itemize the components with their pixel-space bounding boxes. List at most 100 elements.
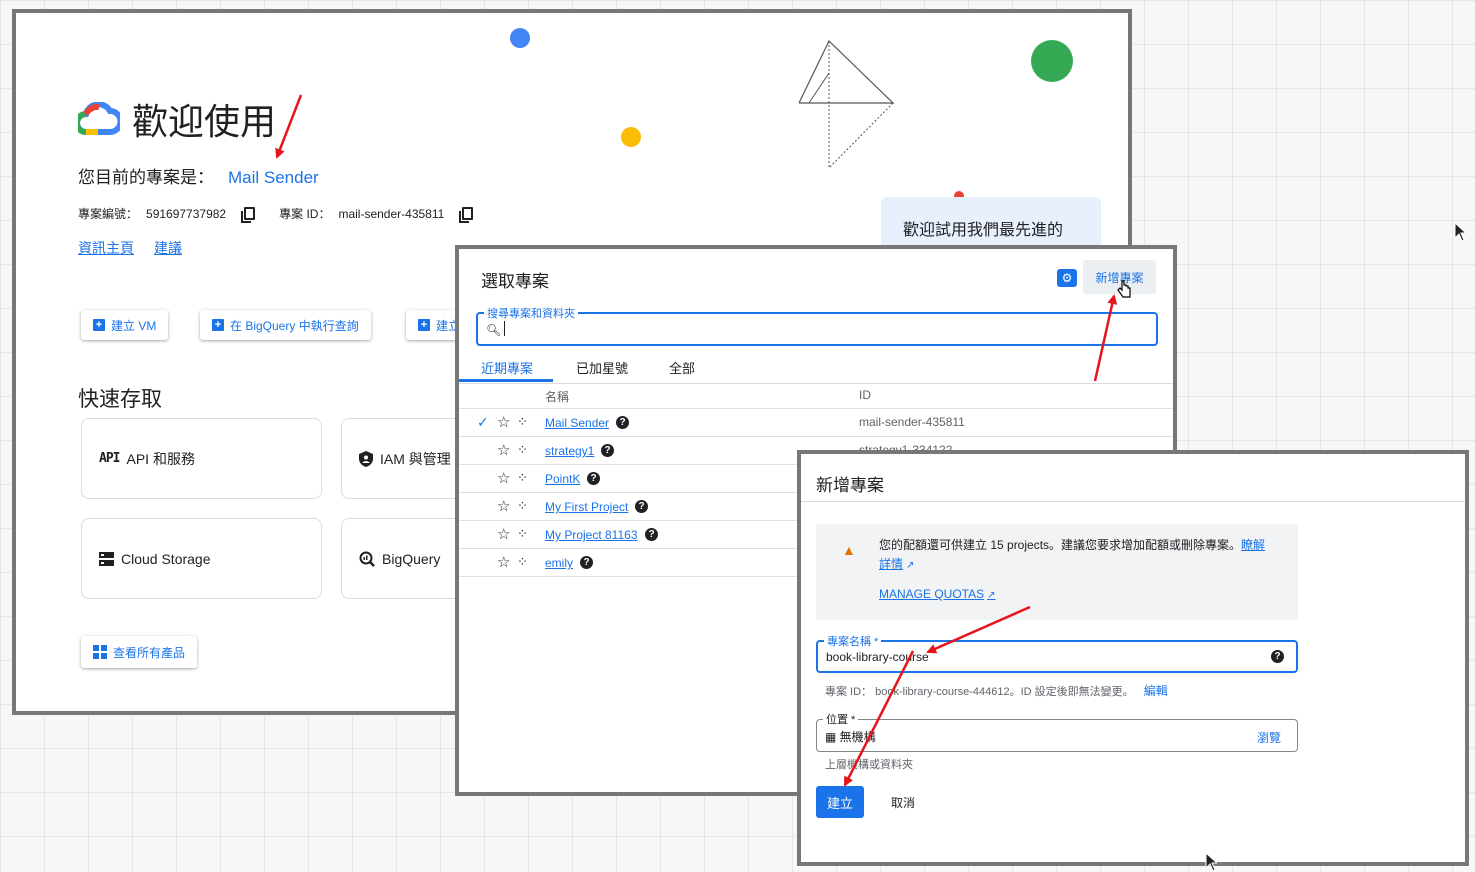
quick-access-label: Cloud Storage — [121, 550, 211, 567]
plus-icon: + — [212, 319, 224, 331]
tab-starred[interactable]: 已加星號 — [576, 358, 628, 377]
tab-all[interactable]: 全部 — [669, 358, 695, 377]
project-tree-icon: ⁘ — [517, 442, 528, 457]
project-number: 591697737982 — [146, 206, 227, 221]
welcome-heading: 歡迎使用 — [78, 93, 276, 145]
grid-icon — [93, 645, 107, 659]
search-label: 搜尋專案和資料夾 — [484, 305, 578, 321]
decor-blue-dot — [510, 28, 530, 48]
project-tree-icon: ⁘ — [517, 498, 528, 513]
help-icon[interactable]: ? — [616, 416, 629, 429]
star-icon[interactable]: ☆ — [497, 413, 510, 431]
location-value: 無機構 — [839, 730, 876, 744]
project-name-link[interactable]: My First Project — [545, 500, 628, 514]
learn-more-link[interactable]: 瞭解 — [1241, 538, 1265, 552]
current-project: 您目前的專案是： Mail Sender — [78, 163, 319, 188]
settings-gear-icon[interactable]: ⚙ — [1057, 269, 1077, 287]
bigquery-query-label: 在 BigQuery 中執行查詢 — [230, 318, 359, 333]
project-search-input[interactable]: 搜尋專案和資料夾 🔍︎ — [476, 305, 1158, 346]
quick-access-cloud-storage[interactable]: Cloud Storage — [81, 518, 322, 599]
project-tree-icon: ⁘ — [517, 414, 528, 429]
bigquery-icon — [359, 551, 375, 567]
view-all-products-label: 查看所有產品 — [113, 645, 186, 660]
column-header-id: ID — [859, 388, 871, 402]
quota-warning: ▲ 您的配額還可供建立 15 projects。建議您要求增加配額或刪除專案。瞭… — [816, 524, 1298, 620]
project-name-link[interactable]: emily — [545, 556, 573, 570]
project-name-link[interactable]: My Project 81163 — [545, 528, 638, 542]
project-number-label: 專案編號： — [78, 207, 139, 221]
create-vm-button[interactable]: + 建立 VM — [81, 310, 169, 340]
browse-button[interactable]: 瀏覽 — [1257, 729, 1281, 746]
decor-green-dot — [1031, 40, 1073, 82]
location-label: 位置 * — [823, 711, 859, 727]
project-name-value: book-library-course — [826, 650, 929, 664]
cancel-button[interactable]: 取消 — [879, 786, 927, 818]
google-cloud-logo-icon — [78, 102, 120, 135]
project-name-input[interactable]: 專案名稱 * book-library-course ? — [816, 633, 1298, 673]
project-tree-icon: ⁘ — [517, 526, 528, 541]
location-value-wrap: ▦ 無機構 — [825, 728, 876, 745]
quick-access-title: 快速存取 — [78, 388, 162, 411]
project-name-link[interactable]: PointK — [545, 472, 580, 486]
details-link[interactable]: 詳情 — [879, 557, 903, 571]
manage-quotas-link[interactable]: MANAGE QUOTAS ↗ — [879, 587, 996, 601]
project-id-label: 專案 ID： — [279, 207, 331, 221]
promo-text: 歡迎試用我們最先進的 — [903, 222, 1064, 239]
quick-access-api[interactable]: API API 和服務 — [81, 418, 322, 499]
quick-access-label: IAM 與管理 — [380, 450, 451, 467]
project-tree-icon: ⁘ — [517, 554, 528, 569]
help-icon[interactable]: ? — [601, 444, 614, 457]
external-link-icon: ↗ — [906, 560, 915, 571]
api-icon: API — [99, 451, 121, 466]
plus-icon: + — [418, 319, 430, 331]
project-tree-icon: ⁘ — [517, 470, 528, 485]
help-icon[interactable]: ? — [580, 556, 593, 569]
location-field[interactable]: 位置 * ▦ 無機構 瀏覽 — [816, 711, 1298, 752]
current-project-label: 您目前的專案是： — [78, 168, 214, 187]
help-icon[interactable]: ? — [645, 528, 658, 541]
dashboard-links: 資訊主頁 建議 — [78, 238, 182, 258]
project-name-label: 專案名稱 * — [824, 633, 882, 649]
help-icon[interactable]: ? — [635, 500, 648, 513]
star-icon[interactable]: ☆ — [497, 553, 510, 571]
mouse-cursor-icon — [1117, 280, 1131, 298]
star-icon[interactable]: ☆ — [497, 525, 510, 543]
quota-warning-text: 您的配額還可供建立 15 projects。建議您要求增加配額或刪除專案。瞭解 … — [879, 536, 1279, 575]
help-icon[interactable]: ? — [587, 472, 600, 485]
storage-icon — [99, 551, 114, 566]
star-icon[interactable]: ☆ — [497, 497, 510, 515]
bigquery-query-button[interactable]: + 在 BigQuery 中執行查詢 — [200, 310, 371, 340]
project-tabs: 近期專案 已加星號 全部 — [459, 352, 1173, 384]
project-id-cell: mail-sender-435811 — [859, 415, 965, 429]
active-tab-indicator — [459, 379, 553, 382]
project-name-link[interactable]: Mail Sender — [545, 416, 609, 430]
star-icon[interactable]: ☆ — [497, 441, 510, 459]
quota-text: 您的配額還可供建立 15 projects。建議您要求增加配額或刪除專案。 — [879, 538, 1242, 552]
copy-icon[interactable] — [241, 207, 256, 223]
check-icon: ✓ — [477, 414, 489, 430]
decor-yellow-dot — [621, 127, 641, 147]
quick-access-label: API 和服務 — [126, 450, 195, 467]
organization-icon: ▦ — [825, 730, 840, 744]
text-caret — [504, 321, 505, 336]
dashboard-link[interactable]: 資訊主頁 — [78, 238, 134, 258]
decor-paper-plane — [798, 39, 895, 169]
plus-icon: + — [93, 319, 105, 331]
help-icon[interactable]: ? — [1271, 650, 1284, 663]
project-name-link[interactable]: strategy1 — [545, 444, 594, 458]
project-id-hint: 專案 ID： book-library-course-444612。ID 設定後… — [825, 682, 1168, 699]
recommendations-link[interactable]: 建議 — [154, 238, 182, 258]
quick-access-label: BigQuery — [382, 550, 441, 567]
create-project-button[interactable]: 建立 — [816, 786, 864, 818]
tab-recent[interactable]: 近期專案 — [481, 358, 533, 377]
column-header-name: 名稱 — [545, 390, 570, 404]
copy-icon[interactable] — [459, 207, 474, 223]
title-divider — [801, 501, 1465, 502]
new-project-title: 新增專案 — [816, 476, 884, 495]
view-all-products-button[interactable]: 查看所有產品 — [81, 636, 197, 668]
table-row[interactable]: ✓ ☆ ⁘ Mail Sender? mail-sender-435811 — [459, 409, 1173, 437]
current-project-name[interactable]: Mail Sender — [228, 168, 319, 187]
star-icon[interactable]: ☆ — [497, 469, 510, 487]
edit-id-link[interactable]: 編輯 — [1144, 684, 1168, 698]
project-id: mail-sender-435811 — [338, 206, 445, 221]
